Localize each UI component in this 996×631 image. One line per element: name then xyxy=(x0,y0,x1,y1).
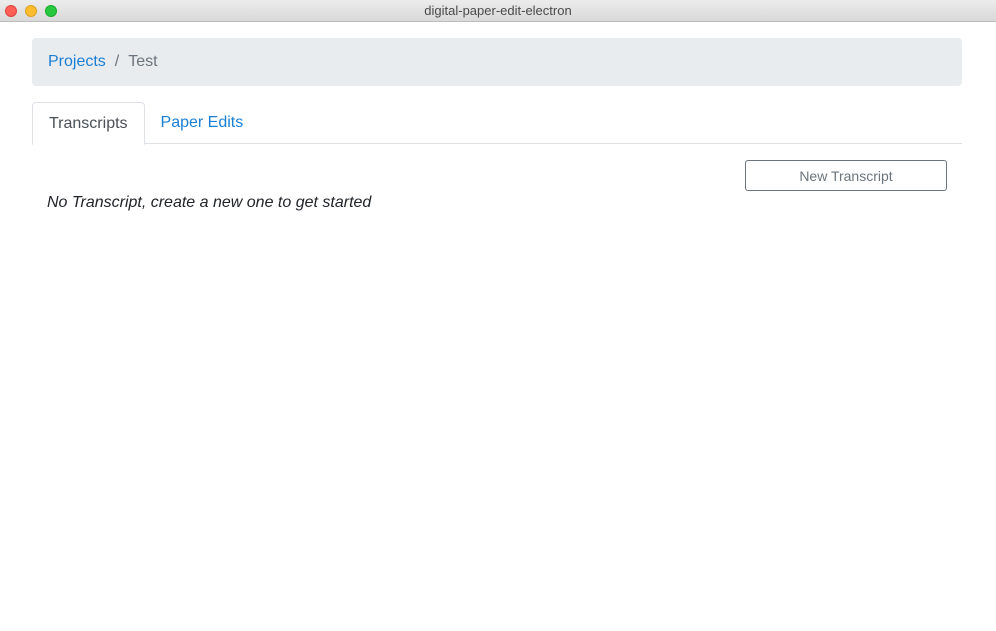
breadcrumb-projects-link[interactable]: Projects xyxy=(48,53,106,71)
title-bar[interactable]: digital-paper-edit-electron xyxy=(0,0,996,22)
breadcrumb-current-project: Test xyxy=(128,53,158,70)
new-transcript-button[interactable]: New Transcript xyxy=(745,160,947,191)
breadcrumb: Projects / Test xyxy=(32,38,962,86)
app-window: digital-paper-edit-electron Projects / T… xyxy=(0,0,996,631)
empty-state-message: No Transcript, create a new one to get s… xyxy=(47,194,372,211)
window-title: digital-paper-edit-electron xyxy=(424,3,572,18)
tab-transcripts[interactable]: Transcripts xyxy=(32,102,145,145)
tab-paper-edits[interactable]: Paper Edits xyxy=(145,102,260,144)
tab-bar: Transcripts Paper Edits xyxy=(32,102,962,145)
breadcrumb-separator: / xyxy=(114,53,120,70)
